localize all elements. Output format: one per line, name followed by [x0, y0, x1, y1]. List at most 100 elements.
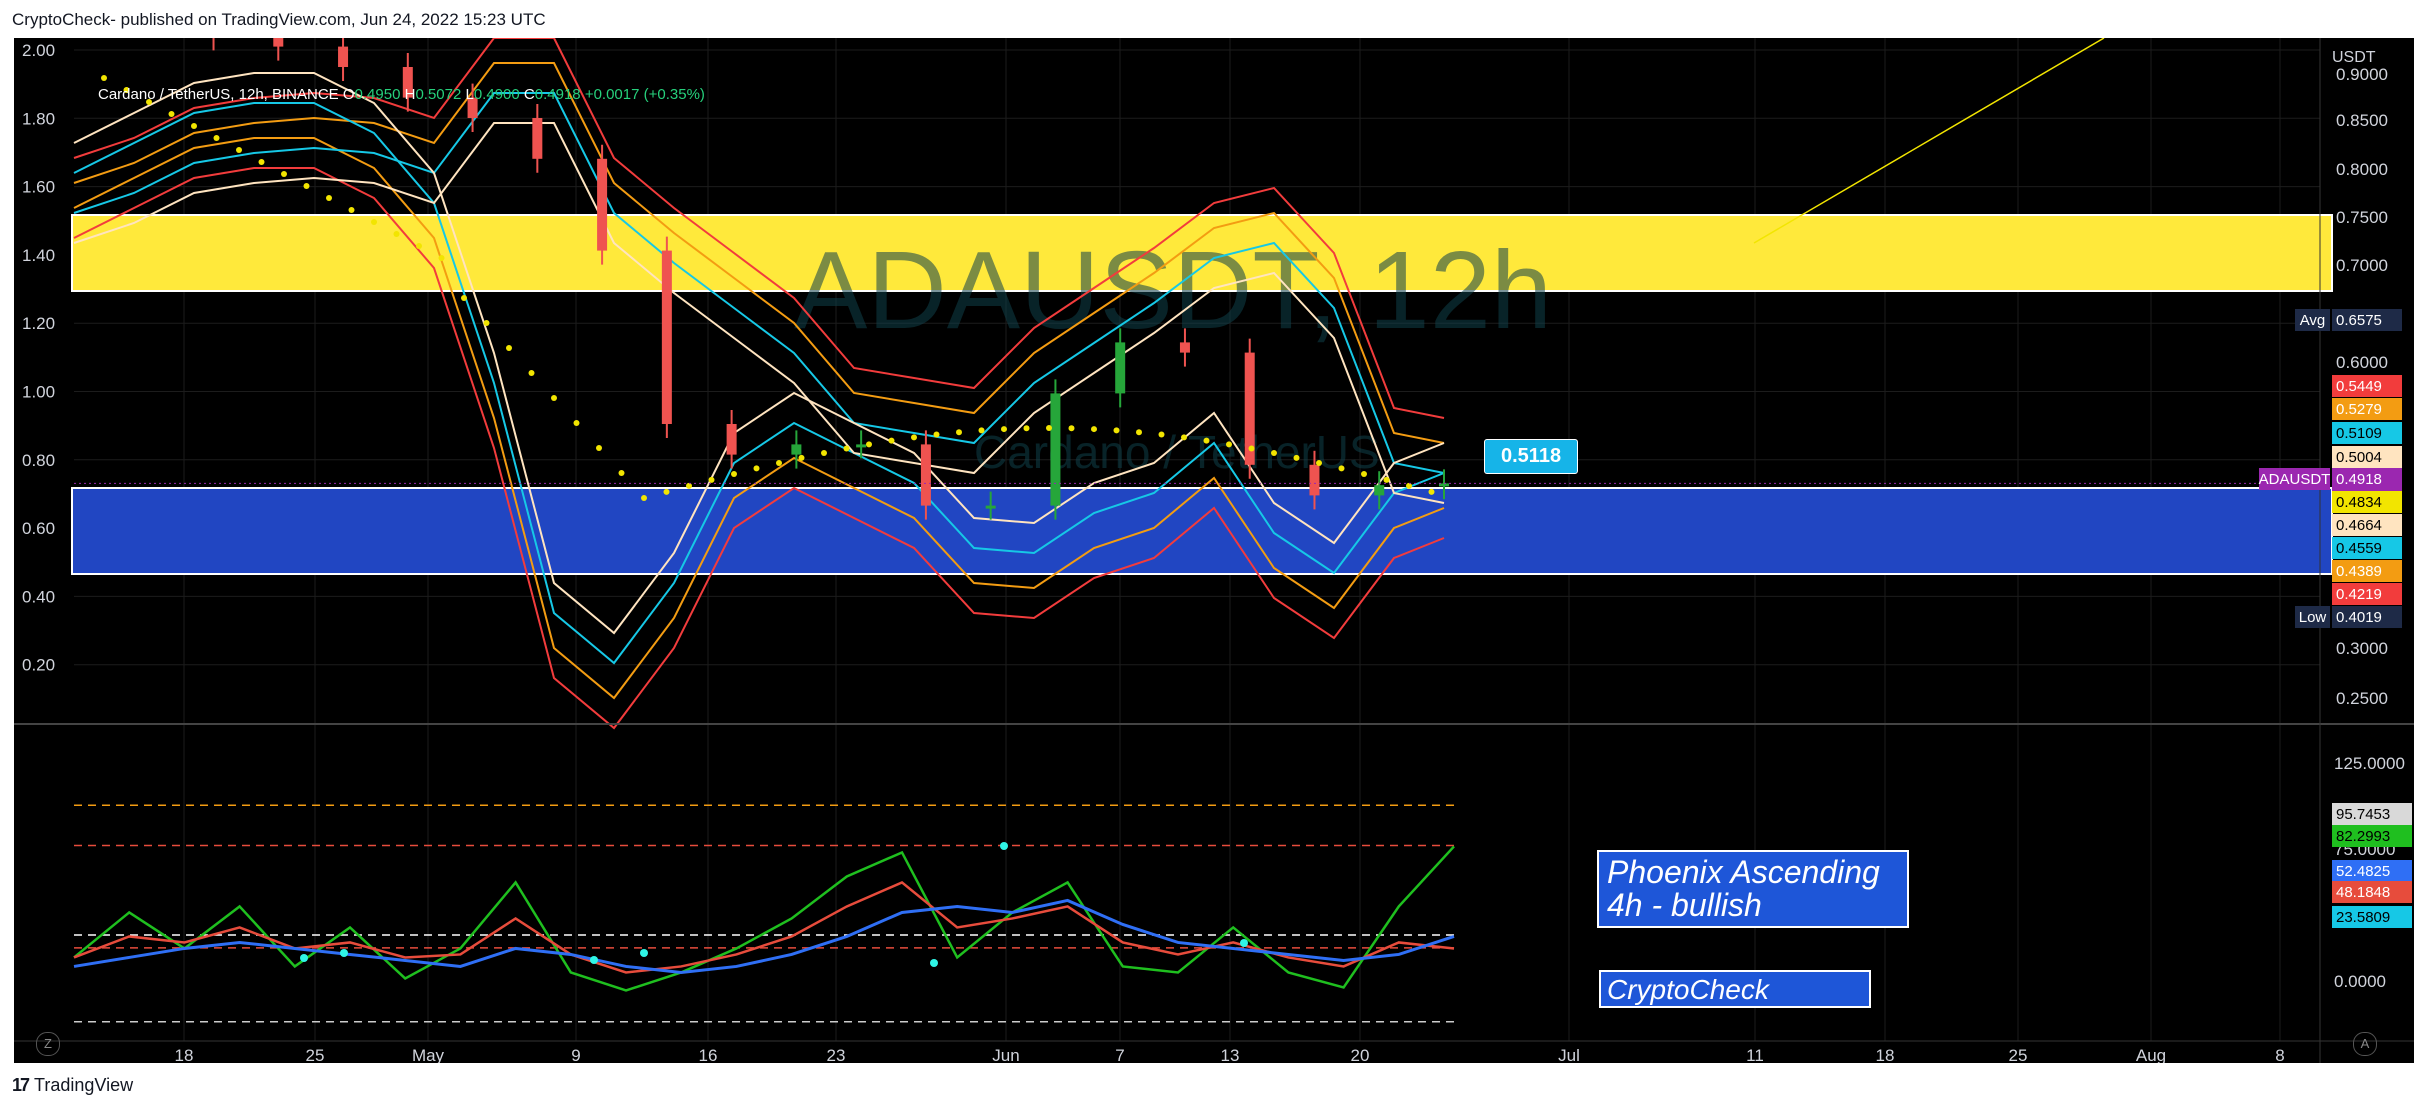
- sar-dot: [258, 159, 265, 165]
- auto-scale-toggle-right[interactable]: A: [2353, 1032, 2377, 1056]
- legend-close-label: C: [523, 86, 535, 103]
- sar-dot: [1068, 425, 1075, 432]
- sar-dot: [1271, 450, 1277, 457]
- sar-dot: [933, 431, 940, 438]
- x-axis-tick: Jun: [992, 1046, 1019, 1063]
- sar-dot: [551, 395, 557, 401]
- chart-area[interactable]: ADAUSDT, 12h Cardano / TetherUS 2.00 1.80 1.…: [14, 38, 2414, 1063]
- phoenix-note-line2: 4h - bullish: [1607, 887, 1762, 923]
- sar-dot: [821, 450, 827, 457]
- price-tag-value: 0.6575: [2336, 312, 2382, 329]
- sar-dot: [753, 465, 760, 472]
- legend-high-label: H: [404, 86, 416, 103]
- left-axis-tick: 1.40: [22, 246, 55, 265]
- sar-dot: [798, 454, 805, 461]
- x-axis-tick: 18: [1876, 1046, 1895, 1063]
- sar-dot: [1136, 429, 1142, 436]
- candle-body: [1179, 342, 1190, 353]
- price-tag-value: 0.4019: [2336, 609, 2382, 626]
- price-tag-value: 0.4918: [2336, 471, 2382, 488]
- left-axis-tick: 1.00: [22, 383, 55, 402]
- x-axis-tick: 25: [2009, 1046, 2028, 1063]
- left-axis-tick: 0.60: [22, 519, 55, 538]
- left-axis-tick: 0.40: [22, 587, 55, 606]
- sar-dot: [1091, 426, 1097, 433]
- sar-dot: [326, 195, 332, 201]
- sar-dot: [1361, 471, 1367, 478]
- x-axis-tick: 20: [1351, 1046, 1370, 1063]
- candle-body: [791, 444, 802, 455]
- x-axis-tick: 8: [2275, 1046, 2284, 1063]
- candle-body: [338, 46, 349, 67]
- x-axis-tick: 16: [699, 1046, 718, 1063]
- price-tag-label: ADAUSDT: [2259, 471, 2331, 488]
- legend-symbol[interactable]: Cardano / TetherUS, 12h, BINANCE: [98, 86, 339, 103]
- sar-dot: [641, 495, 647, 501]
- footer-brand[interactable]: TradingView: [34, 1075, 133, 1096]
- candle-body: [273, 38, 284, 47]
- candle-body: [1374, 485, 1385, 496]
- right-axis-tick: 0.9000: [2336, 65, 2388, 84]
- price-tag-value: 0.4389: [2336, 563, 2382, 580]
- symbol-legend: Cardano / TetherUS, 12h, BINANCE O0.4950…: [98, 86, 705, 103]
- osc-tag-value: 52.4825: [2336, 863, 2390, 880]
- sar-dot: [888, 437, 895, 444]
- left-axis-tick: 0.20: [22, 656, 55, 675]
- phoenix-note[interactable]: Phoenix Ascending 4h - bullish: [1597, 850, 1909, 928]
- x-axis-tick: Aug: [2136, 1046, 2166, 1063]
- left-axis-tick: 2.00: [22, 41, 55, 60]
- legend-close: 0.4918: [534, 86, 581, 103]
- legend-high: 0.5072: [415, 86, 462, 103]
- auto-scale-toggle-left[interactable]: Z: [36, 1032, 60, 1056]
- sar-dot: [483, 320, 490, 326]
- sar-dot: [573, 420, 580, 426]
- x-axis-tick: 7: [1115, 1046, 1124, 1063]
- left-axis-tick: 1.20: [22, 314, 55, 333]
- left-axis-tick: 1.60: [22, 178, 55, 197]
- osc-signal-dot: [1240, 939, 1248, 947]
- sar-dot: [776, 460, 782, 466]
- left-axis-tick: 0.80: [22, 451, 55, 470]
- candle-body: [726, 424, 737, 455]
- sar-dot: [708, 476, 715, 483]
- sar-dot: [416, 243, 422, 249]
- sar-dot: [663, 488, 670, 495]
- footer: 17 TradingView: [12, 1075, 133, 1096]
- candle-body: [985, 505, 996, 509]
- sar-dot: [1428, 488, 1435, 495]
- osc-signal-dot: [930, 959, 938, 967]
- sar-dot: [1226, 441, 1232, 448]
- chart-canvas[interactable]: ADAUSDT, 12hCardano / TetherUS2.001.801.…: [14, 38, 2414, 1063]
- osc-signal-dot: [300, 954, 308, 962]
- legend-open-label: O: [342, 86, 355, 103]
- left-axis-tick: 1.80: [22, 109, 55, 128]
- brand-note[interactable]: CryptoCheck: [1599, 970, 1871, 1008]
- right-axis-tick: 0.2500: [2336, 689, 2388, 708]
- candle-body: [920, 444, 931, 506]
- right-axis-tick: 0.3000: [2336, 639, 2388, 658]
- price-callout[interactable]: 0.5118: [1484, 439, 1579, 474]
- candle-body: [661, 250, 672, 424]
- candle-body: [856, 444, 867, 448]
- price-tag-value: 0.5449: [2336, 378, 2382, 395]
- osc-signal-dot: [1000, 842, 1008, 850]
- sar-dot: [236, 147, 242, 153]
- right-axis-tick: 0.6000: [2336, 353, 2388, 372]
- x-axis-tick: 23: [827, 1046, 846, 1063]
- x-axis-tick: 18: [175, 1046, 194, 1063]
- watermark-ticker: ADAUSDT, 12h: [794, 229, 1552, 352]
- price-tag-value: 0.4664: [2336, 517, 2382, 534]
- sar-dot: [1293, 454, 1300, 461]
- osc-axis-tick: 125.0000: [2334, 754, 2405, 773]
- legend-low: 0.4900: [473, 86, 520, 103]
- osc-tag-value: 82.2993: [2336, 828, 2390, 845]
- sar-dot: [618, 470, 625, 476]
- x-axis-tick: 13: [1221, 1046, 1240, 1063]
- sar-dot: [191, 123, 197, 129]
- price-tag-label: Avg: [2300, 312, 2326, 329]
- sar-dot: [348, 207, 355, 213]
- sar-dot: [1023, 425, 1030, 432]
- sar-dot: [596, 445, 602, 451]
- x-axis-tick: 11: [1746, 1046, 1764, 1063]
- price-tag-value: 0.4834: [2336, 494, 2382, 511]
